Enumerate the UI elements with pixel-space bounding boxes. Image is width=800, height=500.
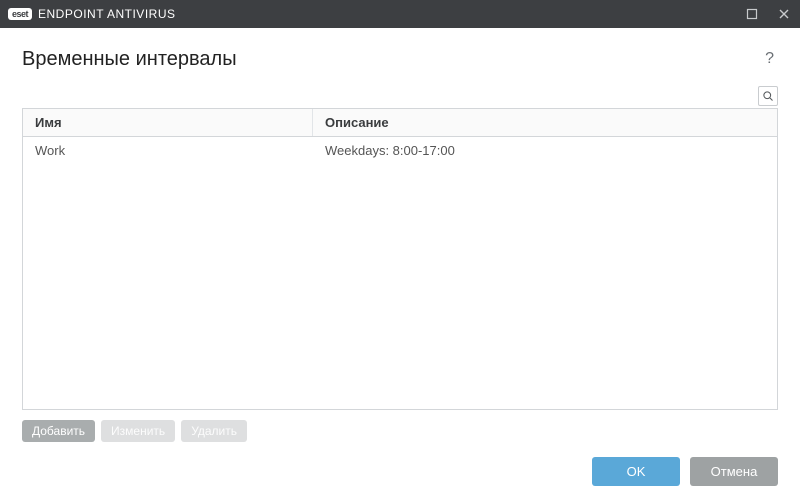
delete-button: Удалить [181,420,247,442]
add-button[interactable]: Добавить [22,420,95,442]
cell-name: Work [23,137,313,164]
maximize-icon [746,8,758,20]
ok-button[interactable]: OK [592,457,680,486]
window-close-button[interactable] [768,0,800,28]
cell-description: Weekdays: 8:00-17:00 [313,137,777,164]
titlebar: eset ENDPOINT ANTIVIRUS [0,0,800,28]
close-icon [778,8,790,20]
column-header-name[interactable]: Имя [23,109,313,136]
cancel-button[interactable]: Отмена [690,457,778,486]
brand-logo: eset [8,8,32,20]
help-icon[interactable]: ? [761,46,778,72]
page-title: Временные интервалы [22,48,761,71]
dialog-footer: OK Отмена [0,442,800,500]
edit-button: Изменить [101,420,175,442]
time-intervals-table: Имя Описание Work Weekdays: 8:00-17:00 [22,108,778,410]
column-header-description[interactable]: Описание [313,109,777,136]
table-row[interactable]: Work Weekdays: 8:00-17:00 [23,137,777,164]
app-name: ENDPOINT ANTIVIRUS [38,7,175,21]
window-maximize-button[interactable] [736,0,768,28]
search-icon [762,90,774,102]
search-button[interactable] [758,86,778,106]
table-header: Имя Описание [23,109,777,137]
table-body: Work Weekdays: 8:00-17:00 [23,137,777,409]
